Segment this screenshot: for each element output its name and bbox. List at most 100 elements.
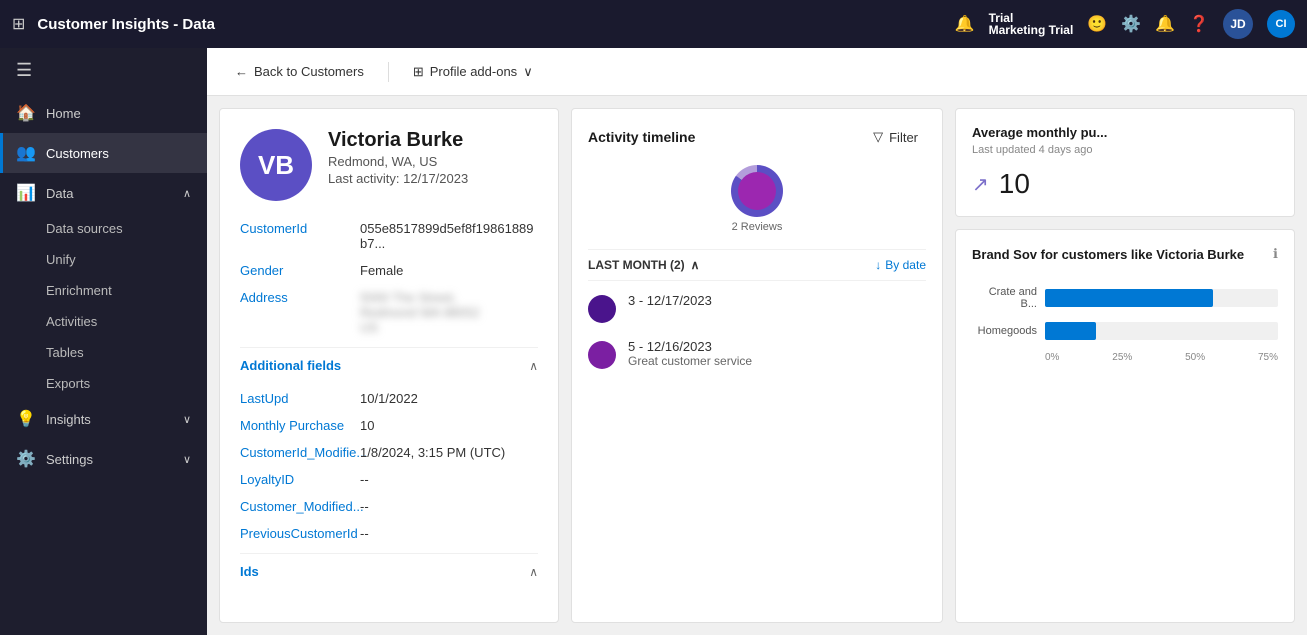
field-value: 1/8/2024, 3:15 PM (UTC) (360, 445, 505, 460)
month-label: LAST MONTH (2) ∧ (588, 258, 699, 272)
gear-icon[interactable]: ⚙️ (1121, 14, 1141, 34)
additional-fields-list: LastUpd10/1/2022 Monthly Purchase10 Custom… (240, 391, 538, 541)
sort-icon: ↓ (875, 258, 881, 272)
sidebar-item-customers[interactable]: 👥 Customers (0, 133, 207, 173)
avg-monthly-title: Average monthly pu... (972, 125, 1278, 140)
activity-item: 3 - 12/17/2023 (588, 293, 926, 323)
last-activity: Last activity: 12/17/2023 (328, 171, 468, 186)
brand-panel-header: Brand Sov for customers like Victoria Bu… (972, 246, 1278, 262)
sidebar-item-home[interactable]: 🏠 Home (0, 93, 207, 133)
activity-items-list: 3 - 12/17/2023 5 - 12/16/2023 Great cust… (588, 293, 926, 369)
topbar: ⊞ Customer Insights - Data 🔔 Trial Marke… (0, 0, 1307, 48)
avatar: VB (240, 129, 312, 201)
customer-id-label: CustomerId (240, 221, 360, 251)
additional-field-row: Customer_Modified...-- (240, 499, 538, 514)
sub-header: ← Back to Customers ⊞ Profile add-ons ∨ (207, 48, 1307, 96)
sidebar: ☰ 🏠 Home 👥 Customers 📊 Data ∧ Data sourc… (0, 48, 207, 635)
gender-label: Gender (240, 263, 360, 278)
bar-track (1045, 289, 1278, 307)
customer-location: Redmond, WA, US (328, 154, 468, 169)
notification-bell-icon[interactable]: 🔔 (955, 14, 975, 34)
axis-label: 0% (1045, 352, 1059, 363)
ids-section: Ids ∧ (240, 553, 538, 589)
month-chevron-icon[interactable]: ∧ (691, 258, 700, 272)
additional-field-row: LoyaltyID-- (240, 472, 538, 487)
profile-info: Victoria Burke Redmond, WA, US Last acti… (328, 129, 468, 186)
activity-dot (588, 341, 616, 369)
main-layout: ☰ 🏠 Home 👥 Customers 📊 Data ∧ Data sourc… (0, 48, 1307, 635)
additional-fields-toggle[interactable]: ∧ (529, 359, 538, 373)
activity-date: 3 - 12/17/2023 (628, 293, 712, 308)
ci-icon: CI (1267, 10, 1295, 38)
customer-id-value: 055e8517899d5ef8f19861889b7... (360, 221, 538, 251)
review-label: 2 Reviews (732, 221, 783, 233)
back-label: Back to Customers (254, 64, 364, 79)
bar-brand-label: Crate and B... (972, 286, 1037, 310)
sidebar-label-exports: Exports (46, 376, 90, 391)
review-group: 2 Reviews (731, 165, 783, 233)
gender-row: Gender Female (240, 263, 538, 278)
home-icon: 🏠 (16, 103, 36, 123)
field-value: -- (360, 499, 369, 514)
address-row: Address 5000 The Street,Redmond WA 98052… (240, 290, 538, 335)
cards-area: VB Victoria Burke Redmond, WA, US Last a… (207, 96, 1307, 635)
activity-desc: Great customer service (628, 354, 752, 368)
bar-fill (1045, 289, 1213, 307)
sidebar-item-exports[interactable]: Exports (0, 368, 207, 399)
axis-label: 25% (1112, 352, 1132, 363)
address-label: Address (240, 290, 360, 335)
avg-monthly-subtitle: Last updated 4 days ago (972, 144, 1278, 156)
field-label: Monthly Purchase (240, 418, 360, 433)
back-arrow-icon: ← (235, 64, 248, 79)
profile-addons-label: Profile add-ons (430, 64, 517, 79)
sidebar-label-tables: Tables (46, 345, 84, 360)
hamburger-menu[interactable]: ☰ (0, 48, 207, 93)
trial-info: Trial Marketing Trial (989, 12, 1074, 36)
help-icon[interactable]: ❓ (1189, 14, 1209, 34)
avg-monthly-value: ↗ 10 (972, 168, 1278, 200)
customers-icon: 👥 (16, 143, 36, 163)
sidebar-item-data-sources[interactable]: Data sources (0, 213, 207, 244)
by-date-button[interactable]: ↓ By date (875, 258, 926, 272)
axis-label: 50% (1185, 352, 1205, 363)
sidebar-item-tables[interactable]: Tables (0, 337, 207, 368)
field-value: 10/1/2022 (360, 391, 418, 406)
review-inner (738, 172, 776, 210)
bar-brand-label: Homegoods (972, 325, 1037, 337)
sidebar-item-enrichment[interactable]: Enrichment (0, 275, 207, 306)
app-title: Customer Insights - Data (37, 16, 942, 33)
header-divider (388, 62, 389, 82)
bar-row: Homegoods (972, 322, 1278, 340)
field-value: -- (360, 472, 369, 487)
trend-up-icon: ↗ (972, 172, 989, 197)
emoji-icon[interactable]: 🙂 (1087, 14, 1107, 34)
filter-icon: ▽ (873, 129, 883, 145)
topbar-right: 🔔 Trial Marketing Trial 🙂 ⚙️ 🔔 ❓ JD CI (955, 9, 1295, 39)
insights-chevron-icon: ∨ (183, 413, 191, 426)
bell-icon[interactable]: 🔔 (1155, 14, 1175, 34)
sidebar-item-data[interactable]: 📊 Data ∧ (0, 173, 207, 213)
profile-addons-button[interactable]: ⊞ Profile add-ons ∨ (405, 58, 541, 86)
sidebar-item-settings[interactable]: ⚙️ Settings ∨ (0, 439, 207, 479)
ids-label: Ids (240, 564, 259, 579)
sidebar-item-insights[interactable]: 💡 Insights ∨ (0, 399, 207, 439)
filter-button[interactable]: ▽ Filter (865, 125, 926, 149)
additional-fields-section: Additional fields ∧ (240, 347, 538, 383)
data-chevron-icon: ∧ (183, 187, 191, 200)
review-circle (731, 165, 783, 217)
activity-item: 5 - 12/16/2023 Great customer service (588, 339, 926, 369)
additional-field-row: PreviousCustomerId-- (240, 526, 538, 541)
ids-toggle[interactable]: ∧ (529, 565, 538, 579)
sidebar-item-activities[interactable]: Activities (0, 306, 207, 337)
additional-field-row: LastUpd10/1/2022 (240, 391, 538, 406)
info-icon[interactable]: ℹ (1273, 246, 1278, 262)
additional-field-row: Monthly Purchase10 (240, 418, 538, 433)
filter-label: Filter (889, 130, 918, 145)
activity-header: Activity timeline ▽ Filter (588, 125, 926, 149)
bar-fill (1045, 322, 1096, 340)
user-avatar[interactable]: JD (1223, 9, 1253, 39)
sidebar-label-home: Home (46, 106, 81, 121)
sidebar-item-unify[interactable]: Unify (0, 244, 207, 275)
back-to-customers-button[interactable]: ← Back to Customers (227, 58, 372, 85)
grid-icon[interactable]: ⊞ (12, 14, 25, 34)
